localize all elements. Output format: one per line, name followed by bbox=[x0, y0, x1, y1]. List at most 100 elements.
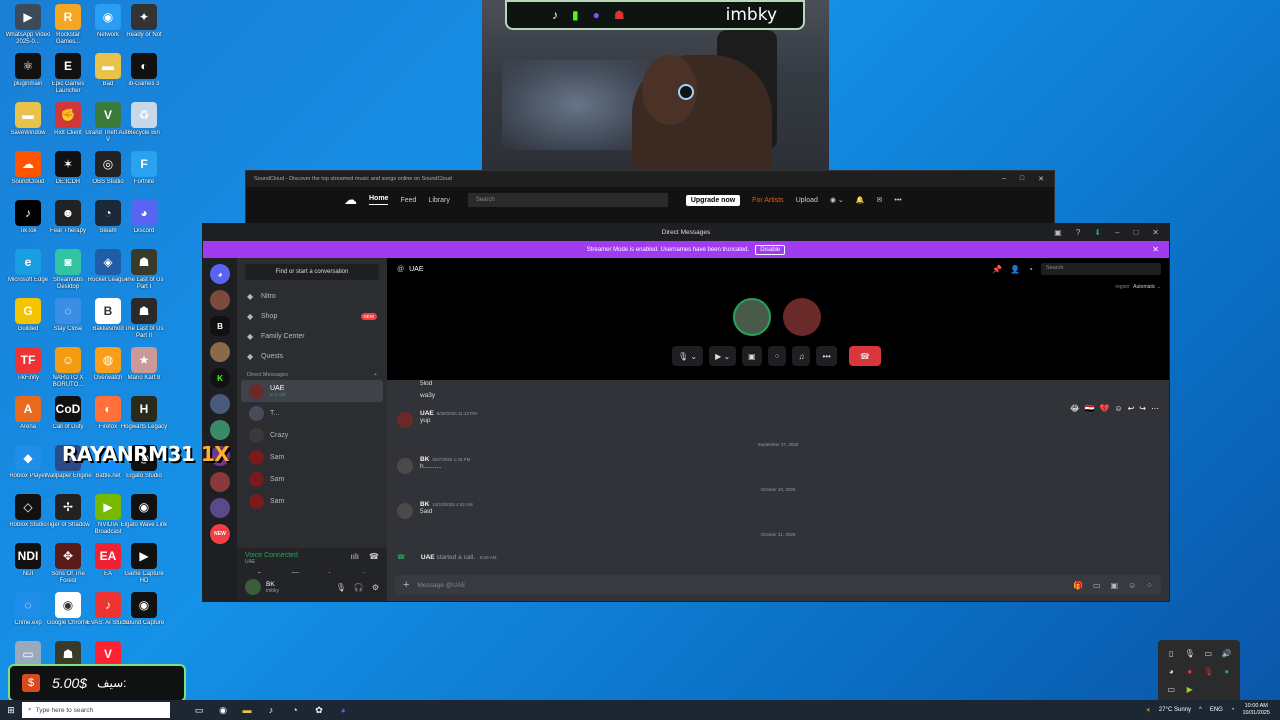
weather-text[interactable]: 27°C Sunny bbox=[1159, 707, 1191, 713]
tray-app-icon[interactable]: ▯ bbox=[1169, 649, 1173, 658]
server-icon[interactable] bbox=[210, 472, 230, 492]
dm-item[interactable]: T... bbox=[241, 402, 383, 424]
dm-item[interactable]: Sam bbox=[241, 468, 383, 490]
server-icon[interactable] bbox=[210, 342, 230, 362]
soundcloud-window[interactable]: SoundCloud - Discover the top streamed m… bbox=[245, 170, 1055, 228]
tray-app-icon[interactable]: ● bbox=[1224, 667, 1229, 676]
gif-icon[interactable]: ▭ bbox=[1093, 581, 1101, 590]
server-icon[interactable]: B bbox=[210, 316, 230, 336]
maximize-icon[interactable]: □ bbox=[1133, 228, 1138, 237]
bell-icon[interactable]: 🔔 bbox=[856, 196, 865, 204]
weather-icon[interactable]: ☀ bbox=[1146, 707, 1151, 714]
screen-share-button[interactable]: ▣ bbox=[742, 346, 762, 366]
pin-icon[interactable]: 📌 bbox=[992, 265, 1002, 274]
tray-chevron-icon[interactable]: ^ bbox=[1199, 707, 1202, 713]
sc-upload-link[interactable]: Upload bbox=[796, 197, 818, 204]
tray-app-icon[interactable]: ▶ bbox=[1187, 685, 1193, 694]
dm-item[interactable]: Sam bbox=[241, 446, 383, 468]
settings-gear-icon[interactable]: ⚙ bbox=[372, 583, 379, 592]
soundboard-button[interactable]: ♫ bbox=[792, 346, 811, 366]
sc-nav-feed[interactable]: Feed bbox=[400, 197, 416, 204]
minimize-icon[interactable]: – bbox=[1115, 228, 1119, 237]
server-icon[interactable] bbox=[210, 394, 230, 414]
discord-home-icon[interactable]: ◕ bbox=[210, 264, 230, 284]
find-conversation-input[interactable]: Find or start a conversation bbox=[245, 264, 379, 280]
profile-icon[interactable]: ◔ bbox=[1028, 265, 1033, 274]
avatar[interactable] bbox=[397, 458, 413, 474]
tray-app-icon[interactable]: ▭ bbox=[1167, 685, 1175, 694]
language-indicator[interactable]: ENG bbox=[1210, 707, 1223, 713]
wifi-icon[interactable]: ◔ bbox=[1231, 707, 1235, 713]
call-avatar-uae[interactable] bbox=[733, 298, 771, 336]
desktop-icon[interactable]: ◕ Discord bbox=[120, 200, 168, 242]
emoji-react-icon[interactable]: 😂 bbox=[1070, 404, 1079, 413]
mail-icon[interactable]: ✉ bbox=[877, 196, 883, 204]
add-friends-icon[interactable]: 👤 bbox=[1010, 265, 1020, 274]
apps-icon[interactable]: ⁘ bbox=[1146, 581, 1153, 590]
add-reaction-icon[interactable]: ☺ bbox=[1114, 404, 1122, 413]
sc-upgrade-button[interactable]: Upgrade now bbox=[685, 194, 741, 206]
sc-nav-library[interactable]: Library bbox=[428, 197, 449, 204]
desktop-icon[interactable]: ◐ ib-Games 3 bbox=[120, 53, 168, 95]
volume-icon[interactable]: 🔊 bbox=[1222, 649, 1232, 658]
call-avatar-self[interactable] bbox=[783, 298, 821, 336]
display-icon[interactable]: ▭ bbox=[1204, 649, 1212, 658]
avatar[interactable]: ◉ ⌄ bbox=[830, 196, 844, 204]
desktop-icon[interactable]: ♻ Recycle Bin bbox=[120, 102, 168, 144]
message-composer[interactable]: + Message @UAE 🎁 ▭ ▣ ☺ ⁘ bbox=[395, 575, 1161, 595]
dm-item[interactable]: Sam bbox=[241, 490, 383, 512]
message-author[interactable]: UAE bbox=[420, 410, 434, 417]
server-icon[interactable] bbox=[210, 498, 230, 518]
taskbar-clock[interactable]: 10:00 AM 10/31/2025 bbox=[1242, 703, 1270, 717]
server-icon[interactable] bbox=[210, 420, 230, 440]
server-icon[interactable] bbox=[210, 290, 230, 310]
soundcloud-logo-icon[interactable]: ☁ bbox=[344, 192, 357, 208]
tray-app-icon[interactable]: 🎙 bbox=[1203, 667, 1213, 676]
discord-window[interactable]: Direct Messages ▣ ? ⬇ – □ ✕ Streamer Mod… bbox=[202, 223, 1170, 602]
mute-mic-button[interactable]: 🎙 ⌄ bbox=[672, 346, 704, 366]
desktop-icon[interactable]: ✦ Ready or Not bbox=[120, 4, 168, 46]
desktop-icon[interactable]: ◉ Sound Capture bbox=[120, 592, 168, 634]
task-view-icon[interactable]: ▭ bbox=[192, 705, 206, 716]
minimize-icon[interactable]: – bbox=[1002, 175, 1006, 183]
noise-suppression-icon[interactable]: ıılı bbox=[351, 552, 359, 565]
dm-item[interactable]: Crazy bbox=[241, 424, 383, 446]
maximize-icon[interactable]: □ bbox=[1020, 175, 1024, 183]
sidebar-item-shop[interactable]: ◆ Shop NEW bbox=[237, 306, 387, 326]
headphones-icon[interactable]: 🎧 bbox=[354, 583, 364, 592]
app-icon[interactable]: ✿ bbox=[312, 705, 326, 716]
avatar[interactable] bbox=[397, 503, 413, 519]
more-options-button[interactable]: ••• bbox=[816, 346, 837, 366]
desktop-icon[interactable]: F Fortnite bbox=[120, 151, 168, 193]
help-icon[interactable]: ? bbox=[1076, 228, 1080, 237]
disable-button[interactable]: Disable bbox=[755, 244, 786, 255]
avatar[interactable] bbox=[397, 412, 413, 428]
sticker-icon[interactable]: ▣ bbox=[1111, 581, 1119, 590]
dm-item[interactable]: UAE In a call bbox=[241, 380, 383, 402]
tiktok-icon[interactable]: ♪ bbox=[264, 705, 278, 716]
gift-icon[interactable]: 🎁 bbox=[1073, 581, 1083, 590]
desktop-icon[interactable]: ◉ Elgato Wave Link bbox=[120, 494, 168, 536]
sc-search-input[interactable]: Search bbox=[467, 193, 668, 207]
desktop-icon[interactable]: ★ Mario Kart 8 bbox=[120, 347, 168, 389]
add-dm-icon[interactable]: + bbox=[374, 372, 377, 378]
message-author[interactable]: BK bbox=[420, 501, 429, 508]
mic-icon[interactable]: 🎙 bbox=[1185, 649, 1195, 658]
message-input[interactable]: Message @UAE bbox=[417, 582, 465, 589]
close-icon[interactable]: ✕ bbox=[1152, 228, 1159, 237]
desktop-icon[interactable]: ▶ Game Capture HD bbox=[120, 543, 168, 585]
tray-app-icon[interactable]: ◕ bbox=[1169, 667, 1174, 676]
sc-nav-home[interactable]: Home bbox=[369, 195, 389, 205]
sidebar-item-nitro[interactable]: ◆ Nitro bbox=[237, 286, 387, 306]
new-server-badge[interactable]: NEW bbox=[210, 524, 230, 544]
file-explorer-icon[interactable]: ▬ bbox=[240, 705, 254, 716]
end-call-button[interactable]: ☎ bbox=[848, 346, 881, 366]
emoji-icon[interactable]: ☺ bbox=[1128, 581, 1136, 590]
heart-react-icon[interactable]: 💔 bbox=[1099, 404, 1109, 413]
flag-react-icon[interactable]: 🇪🇬 bbox=[1084, 404, 1094, 413]
message-author[interactable]: BK bbox=[420, 456, 429, 463]
close-icon[interactable]: ✕ bbox=[1038, 175, 1044, 183]
discord-icon[interactable]: ◕ bbox=[336, 705, 350, 716]
avatar[interactable] bbox=[245, 579, 261, 595]
sc-for-artists-link[interactable]: For Artists bbox=[752, 197, 784, 204]
